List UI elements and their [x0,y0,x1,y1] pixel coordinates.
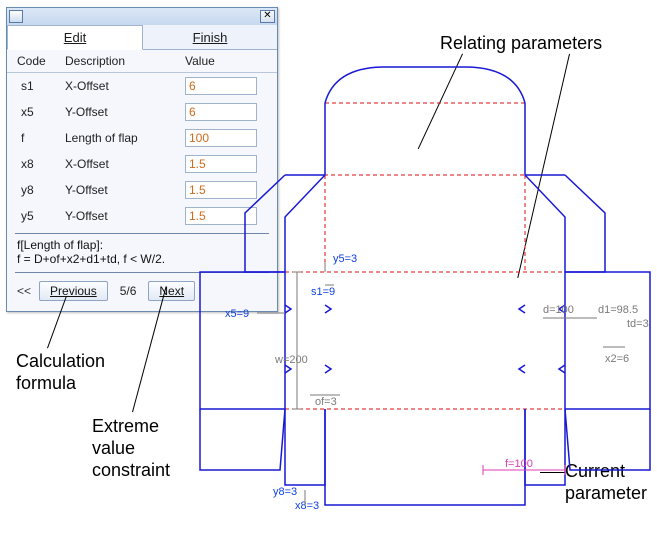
header-code: Code [17,54,65,68]
dim-y8: y8=3 [273,486,297,498]
annotation-extreme-value: Extreme value constraint [92,415,170,481]
first-page-button[interactable]: << [17,284,33,298]
dim-d: d=100 [543,304,574,316]
cell-desc: X-Offset [65,157,185,171]
dim-d1: d1=98.5 [598,304,638,316]
cell-desc: Y-Offset [65,209,185,223]
close-icon: ✕ [263,10,271,21]
header-desc: Description [65,54,185,68]
titlebar: ✕ [7,8,277,25]
cell-code: x8 [17,157,65,171]
tab-bar: Edit Finish [7,25,277,50]
annotation-relating-parameters: Relating parameters [440,32,602,54]
dim-x8: x8=3 [295,500,319,512]
cell-desc: Y-Offset [65,105,185,119]
cell-code: x5 [17,105,65,119]
cell-code: s1 [17,79,65,93]
close-button[interactable]: ✕ [260,10,275,23]
cell-code: y8 [17,183,65,197]
cell-code: y5 [17,209,65,223]
dim-s1: s1=9 [311,286,335,298]
dim-y5: y5=3 [333,253,357,265]
previous-button[interactable]: Previous [39,281,108,301]
cell-desc: Length of flap [65,131,185,145]
annotation-calculation-formula: Calculation formula [16,350,105,394]
page-indicator: 5/6 [120,284,137,298]
dim-w: w=200 [274,354,308,366]
formula-title: f[Length of flap]: [17,238,103,252]
tab-finish[interactable]: Finish [143,25,277,49]
dim-of: of=3 [315,396,337,408]
dim-x2: x2=6 [605,353,629,365]
drawing-canvas: f=100 y5=3 s1=9 x5=9 d=100 d1=98.5 td=3 … [185,65,655,535]
cell-desc: Y-Offset [65,183,185,197]
dim-x5: x5=9 [225,308,249,320]
cell-code: f [17,131,65,145]
dim-td: td=3 [627,318,649,330]
cell-desc: X-Offset [65,79,185,93]
tab-edit[interactable]: Edit [7,25,143,50]
formula-body: f = D+of+x2+d1+td, f < W/2. [17,252,165,266]
dim-f: f=100 [505,458,533,470]
app-icon [9,10,23,23]
